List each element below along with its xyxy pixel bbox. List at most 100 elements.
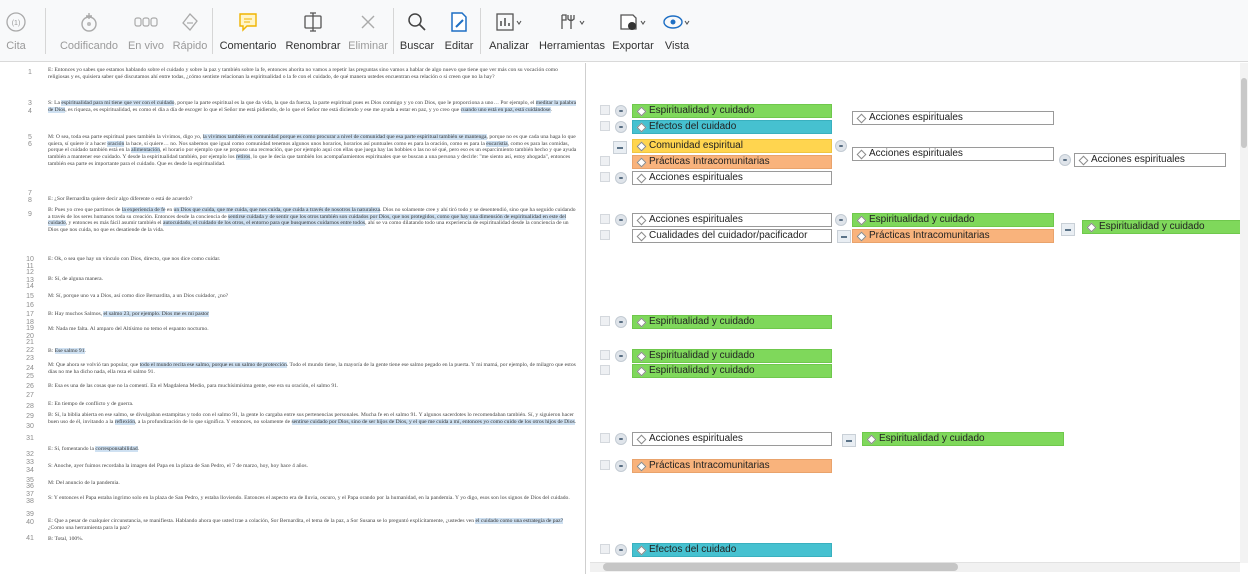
eliminar-button[interactable]: Eliminar: [346, 0, 390, 62]
segment-marker[interactable]: [600, 460, 610, 470]
transcript-paragraph[interactable]: S: La espiritualidad para mí tiene que v…: [48, 100, 578, 113]
transcript-paragraph[interactable]: M: Sí, porque uno va a Dios, así como di…: [48, 293, 578, 300]
code-tag[interactable]: Prácticas Intracomunitarias: [852, 229, 1054, 243]
code-tag[interactable]: Acciones espirituales: [852, 147, 1054, 161]
code-tag[interactable]: Prácticas Intracomunitarias: [632, 155, 832, 169]
rapido-button[interactable]: Rápido: [170, 0, 210, 62]
segment-marker[interactable]: [600, 365, 610, 375]
coded-segment-highlight[interactable]: retiros: [236, 154, 251, 161]
transcript-paragraph[interactable]: M: Que ahora se volvió tan popular, que …: [48, 362, 578, 375]
eye-icon[interactable]: [615, 214, 627, 226]
segment-marker[interactable]: [600, 316, 610, 326]
comentario-button[interactable]: Comentario: [216, 0, 280, 62]
coded-segment-highlight[interactable]: reflexión: [114, 418, 136, 425]
link-icon[interactable]: [613, 141, 627, 154]
code-tag[interactable]: Espiritualidad y cuidado: [862, 432, 1064, 446]
transcript-paragraph[interactable]: E: Ok, o sea que hay un vínculo con Dios…: [48, 256, 578, 263]
transcript-paragraph[interactable]: B: Sí, la biblia abierta en ese salmo, s…: [48, 412, 578, 425]
coded-segment-highlight[interactable]: cuando uno está en paz, está cuidándose: [460, 106, 551, 113]
link-icon[interactable]: [837, 230, 851, 243]
eye-icon[interactable]: [615, 433, 627, 445]
coded-segment-highlight[interactable]: Ese salmo 91: [54, 348, 85, 354]
eye-icon[interactable]: [615, 105, 627, 117]
code-tag[interactable]: Acciones espirituales: [632, 171, 832, 185]
transcript-paragraph[interactable]: B: Total, 100%.: [48, 536, 578, 543]
transcript-paragraph[interactable]: B: Hay muchos Salmos, el salmo 23, por e…: [48, 311, 578, 318]
transcript-paragraph[interactable]: M: Nada me falta. Al amparo del Altísimo…: [48, 326, 578, 333]
transcript-paragraph[interactable]: E: Que a pesar de cualquier circunstanci…: [48, 518, 578, 531]
code-tag[interactable]: Espiritualidad y cuidado: [852, 213, 1054, 227]
coded-segment-highlight[interactable]: eucaristía: [486, 140, 508, 147]
transcript-paragraph[interactable]: B: Pues yo creo que partimos de la exper…: [48, 207, 578, 234]
segment-marker[interactable]: [600, 544, 610, 554]
code-tag[interactable]: Acciones espirituales: [632, 213, 832, 227]
coded-segment-highlight[interactable]: autocuidado, el cuidado de los otros, el…: [162, 220, 366, 227]
code-tag[interactable]: Cualidades del cuidador/pacificador: [632, 229, 832, 243]
eye-icon[interactable]: [615, 172, 627, 184]
vertical-scrollbar-thumb[interactable]: [1241, 78, 1247, 148]
coded-segment-highlight[interactable]: todo el mundo recita ese salmo, porque e…: [139, 362, 287, 368]
code-tag[interactable]: Acciones espirituales: [852, 111, 1054, 125]
editar-button[interactable]: Editar: [441, 0, 477, 62]
vista-button[interactable]: Vista: [660, 0, 694, 62]
segment-marker[interactable]: [600, 350, 610, 360]
document-pane[interactable]: 1 3 4 5 6 7 8 9 10 11 12 13 14 15 16 17 18 19 20 21 22 23 24 25…: [0, 63, 586, 574]
eye-icon[interactable]: [615, 544, 627, 556]
buscar-button[interactable]: Buscar: [397, 0, 437, 62]
code-tag[interactable]: Espiritualidad y cuidado: [1082, 220, 1248, 234]
eye-icon[interactable]: [615, 350, 627, 362]
coded-segment-highlight[interactable]: el salmo 23, por ejemplo. Dios me es mi …: [103, 311, 209, 317]
code-tag[interactable]: Comunidad espiritual: [632, 139, 832, 153]
codificando-button[interactable]: Codificando: [57, 0, 121, 62]
code-tag[interactable]: Acciones espirituales: [632, 432, 832, 446]
code-tag[interactable]: Espiritualidad y cuidado: [632, 349, 832, 363]
transcript-paragraph[interactable]: E: En tiempo de conflicto y de guerra.: [48, 401, 578, 408]
transcript-paragraph[interactable]: S: Anoche, ayer fuimos recordaba la imag…: [48, 463, 578, 470]
coded-segment-highlight[interactable]: oración: [107, 140, 125, 147]
renombrar-button[interactable]: Renombrar: [282, 0, 344, 62]
eye-icon[interactable]: [615, 460, 627, 472]
cita-button[interactable]: (1) Cita: [2, 0, 30, 62]
transcript-paragraph[interactable]: B: Esa es una de las cosas que no la com…: [48, 383, 578, 390]
transcript-paragraph[interactable]: M: O sea, toda esa parte espiritual pues…: [48, 134, 578, 168]
code-tag[interactable]: Espiritualidad y cuidado: [632, 315, 832, 329]
code-tag[interactable]: Efectos del cuidado: [632, 120, 832, 134]
code-tag[interactable]: Acciones espirituales: [1074, 153, 1226, 167]
eye-icon[interactable]: [1059, 154, 1071, 166]
code-tag[interactable]: Espiritualidad y cuidado: [632, 364, 832, 378]
coded-segment-highlight[interactable]: un Dios que cuida, que me cuida, que nos…: [173, 207, 381, 213]
eye-icon[interactable]: [615, 121, 627, 133]
eye-icon[interactable]: [835, 140, 847, 152]
eye-icon[interactable]: [615, 316, 627, 328]
segment-marker[interactable]: [600, 172, 610, 182]
horizontal-scrollbar-thumb[interactable]: [603, 563, 958, 571]
transcript-paragraph[interactable]: S: Y entonces el Papa estaba ingrimo sol…: [48, 495, 578, 502]
code-margin-pane[interactable]: Espiritualidad y cuidado Efectos del cuid…: [587, 63, 1248, 574]
transcript-paragraph[interactable]: M: Del anuncio de la pandemia.: [48, 480, 578, 487]
segment-marker[interactable]: [600, 121, 610, 131]
transcript-paragraph[interactable]: E: Sí, fomentando la corresponsabilidad.: [48, 446, 578, 453]
coded-segment-highlight[interactable]: sentirse cuidado por Dios, sino de ser h…: [291, 418, 575, 425]
herramientas-button[interactable]: Herramientas: [536, 0, 608, 62]
segment-marker[interactable]: [600, 105, 610, 115]
link-icon[interactable]: [1061, 223, 1075, 236]
transcript-paragraph[interactable]: E: ¿Sor Bernardita quiere decir algo dif…: [48, 196, 578, 203]
code-tag[interactable]: Espiritualidad y cuidado: [632, 104, 832, 118]
transcript-paragraph[interactable]: B: Ese salmo 91.: [48, 348, 578, 355]
coded-segment-highlight[interactable]: la vivimos también en comunidad porque e…: [202, 134, 487, 140]
code-tag[interactable]: Prácticas Intracomunitarias: [632, 459, 832, 473]
coded-segment-highlight[interactable]: espiritualidad para mí tiene que ver con…: [61, 100, 175, 106]
code-tag[interactable]: Efectos del cuidado: [632, 543, 832, 557]
transcript-paragraph[interactable]: E: Entonces yo sabes que estamos habland…: [48, 67, 578, 80]
en-vivo-button[interactable]: En vivo: [125, 0, 167, 62]
segment-marker[interactable]: [600, 230, 610, 240]
segment-marker[interactable]: [600, 156, 610, 166]
coded-segment-highlight[interactable]: la experiencia de fe: [121, 207, 166, 213]
segment-marker[interactable]: [600, 214, 610, 224]
exportar-button[interactable]: Exportar: [610, 0, 656, 62]
coded-segment-highlight[interactable]: el cuidado como una estrategia de paz?: [475, 518, 564, 524]
transcript-paragraph[interactable]: B: Sí, de alguna manera.: [48, 276, 578, 283]
analizar-button[interactable]: Analizar: [484, 0, 534, 62]
link-icon[interactable]: [842, 434, 856, 447]
coded-segment-highlight[interactable]: corresponsabilidad: [95, 446, 138, 452]
